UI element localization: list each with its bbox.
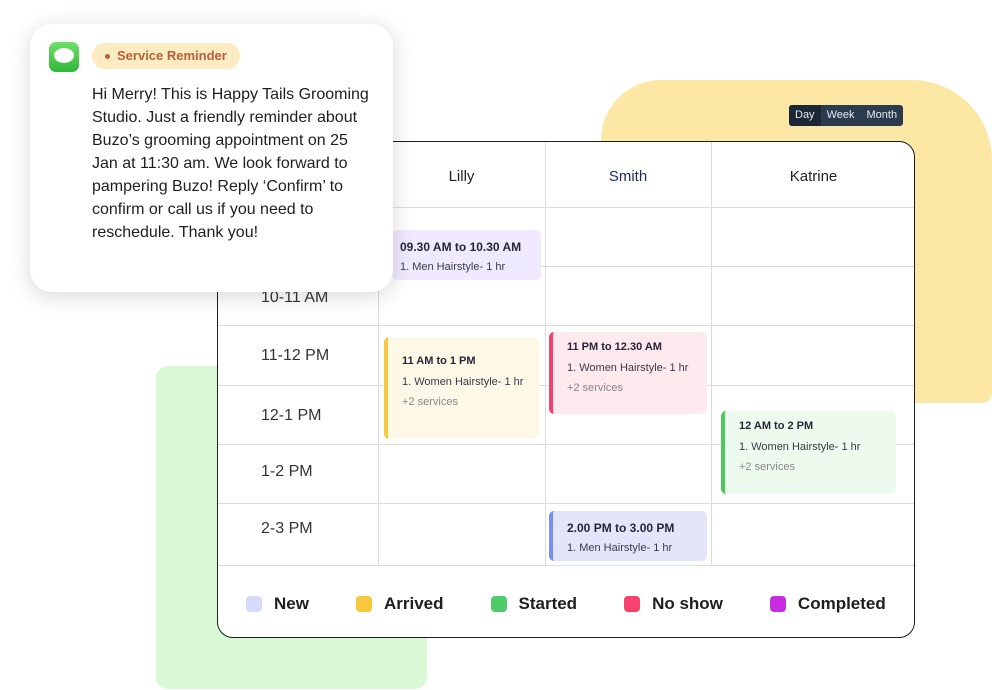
appointment-service: 1. Women Hairstyle- 1 hr — [567, 362, 689, 374]
legend-label: No show — [652, 594, 723, 613]
message-text: Hi Merry! This is Happy Tails Grooming S… — [92, 86, 369, 241]
divider — [218, 325, 914, 326]
column-header-smith: Smith — [608, 168, 648, 185]
legend-label: Completed — [797, 594, 886, 613]
badge-label: Service Reminder — [117, 48, 227, 63]
legend-label: New — [274, 594, 309, 613]
legend-new: New — [246, 594, 309, 614]
legend-swatch — [246, 596, 262, 612]
divider — [218, 565, 914, 566]
appointment-time: 11 PM to 12.30 AM — [567, 341, 662, 353]
appointment-card[interactable]: 2.00 PM to 3.00 PM 1. Men Hairstyle- 1 h… — [549, 511, 707, 561]
time-slot: 2-3 PM — [261, 520, 313, 537]
divider — [218, 503, 914, 504]
time-slot: 12-1 PM — [261, 407, 322, 424]
legend-completed: Completed — [769, 594, 886, 614]
view-month-button[interactable]: Month — [860, 105, 903, 126]
appointment-service: 1. Women Hairstyle- 1 hr — [402, 376, 524, 388]
legend-label: Started — [518, 594, 578, 613]
dot-icon — [105, 54, 110, 60]
view-switch: Day Week Month — [789, 105, 904, 126]
messages-icon — [49, 42, 79, 72]
appointment-time: 2.00 PM to 3.00 PM — [567, 521, 675, 535]
time-slot: 11-12 PM — [261, 347, 330, 364]
appointment-card[interactable]: 12 AM to 2 PM 1. Women Hairstyle- 1 hr +… — [721, 411, 896, 494]
service-reminder-message: Service Reminder Hi Merry! This is Happy… — [30, 24, 393, 292]
legend-swatch — [490, 596, 507, 612]
legend-swatch — [624, 596, 641, 612]
appointment-card[interactable]: 11 AM to 1 PM 1. Women Hairstyle- 1 hr +… — [384, 337, 539, 439]
column-header-lilly: Lilly — [448, 168, 475, 185]
appointment-time: 11 AM to 1 PM — [402, 355, 476, 367]
column-header-katrine: Katrine — [789, 168, 838, 185]
appointment-service: 1. Men Hairstyle- 1 hr — [567, 542, 673, 554]
appointment-time: 09.30 AM to 10.30 AM — [400, 240, 522, 254]
legend-label: Arrived — [383, 594, 444, 613]
appointment-service: 1. Women Hairstyle- 1 hr — [739, 441, 861, 453]
legend-no-show: No show — [624, 594, 723, 614]
view-day-button[interactable]: Day — [789, 105, 821, 126]
status-legend: New Arrived Started No show Completed — [246, 594, 886, 614]
service-reminder-badge: Service Reminder — [92, 43, 240, 69]
legend-arrived: Arrived — [355, 594, 444, 614]
legend-swatch — [769, 596, 786, 612]
legend-swatch — [355, 596, 372, 612]
appointment-service: 1. Men Hairstyle- 1 hr — [400, 261, 506, 273]
time-slot: 1-2 PM — [261, 463, 313, 480]
appointment-card[interactable]: 09.30 AM to 10.30 AM 1. Men Hairstyle- 1… — [392, 230, 541, 280]
legend-started: Started — [490, 594, 578, 614]
view-week-button[interactable]: Week — [821, 105, 861, 126]
appointment-more-services[interactable]: +2 services — [402, 396, 525, 408]
appointment-card[interactable]: 11 PM to 12.30 AM 1. Women Hairstyle- 1 … — [549, 332, 707, 414]
appointment-time: 12 AM to 2 PM — [739, 420, 814, 432]
appointment-more-services[interactable]: +2 services — [739, 461, 882, 473]
appointment-more-services[interactable]: +2 services — [567, 382, 693, 394]
